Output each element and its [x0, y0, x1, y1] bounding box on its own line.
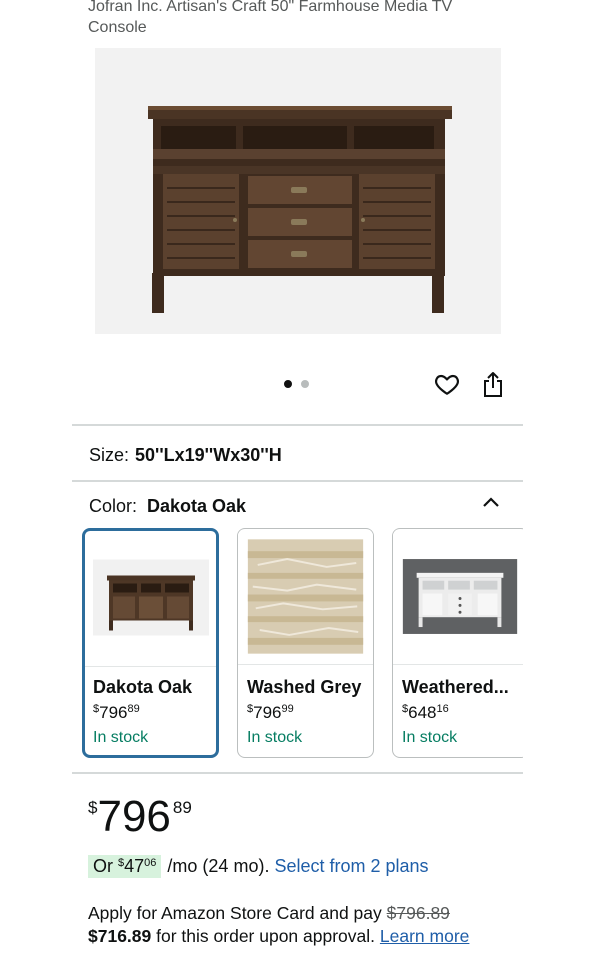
color-value: Dakota Oak	[147, 496, 247, 516]
learn-more-link[interactable]: Learn more	[380, 926, 470, 946]
store-card-text: Apply for Amazon Store Card and pay	[88, 903, 382, 923]
swatch-price: $79699	[247, 703, 294, 722]
swatch-stock: In stock	[247, 729, 303, 746]
swatch-name: Dakota Oak	[93, 677, 193, 697]
swatch-price: $64816	[402, 703, 449, 722]
chevron-up-icon[interactable]	[482, 496, 500, 508]
size-label: Size:	[89, 445, 130, 465]
financing-terms: /mo (24 mo).	[167, 856, 270, 876]
swatch-name: Weathered...	[402, 677, 509, 697]
swatch-thumbnail	[238, 529, 373, 665]
divider	[72, 480, 523, 482]
share-icon[interactable]	[481, 371, 505, 398]
swatch-thumbnail	[393, 529, 523, 665]
financing-fraction: 06	[144, 857, 157, 869]
financing-whole: 47	[124, 856, 145, 876]
color-swatch-carousel[interactable]: Dakota Oak $79689 In stock Washed Grey $…	[82, 528, 523, 759]
swatch-stock: In stock	[402, 729, 458, 746]
color-row: Color: Dakota Oak	[89, 496, 246, 517]
divider	[72, 772, 523, 774]
financing-row: Or $47 06 /mo (24 mo). Select from 2 plan…	[88, 855, 429, 878]
store-card-offer: Apply for Amazon Store Card and pay $796…	[88, 902, 528, 948]
store-card-discounted-price: $716.89	[88, 926, 152, 946]
swatch-thumbnail	[85, 531, 216, 667]
store-card-original-price: $796.89	[386, 903, 450, 923]
size-row: Size: 50''Lx19''Wx30''H	[89, 445, 282, 466]
select-plans-link[interactable]: Select from 2 plans	[274, 856, 428, 877]
product-image[interactable]	[95, 48, 501, 334]
color-label: Color:	[89, 496, 138, 516]
swatch-price: $79689	[93, 703, 140, 722]
monthly-payment-badge: Or $47 06	[88, 855, 162, 878]
swatch-stock: In stock	[93, 729, 149, 746]
price-fraction: 89	[172, 798, 192, 817]
product-title: Jofran Inc. Artisan's Craft 50" Farmhous…	[88, 0, 453, 36]
pagination-dot-1[interactable]	[284, 380, 292, 388]
heart-icon[interactable]	[434, 371, 460, 397]
size-value: 50''Lx19''Wx30''H	[135, 445, 282, 465]
product-price: $ 796 89	[88, 793, 192, 841]
divider	[72, 424, 523, 426]
swatch-dakota-oak[interactable]: Dakota Oak $79689 In stock	[82, 528, 219, 758]
pagination-dot-2[interactable]	[301, 380, 309, 388]
price-currency: $	[88, 798, 98, 817]
tv-console-photo	[95, 48, 501, 334]
swatch-washed-grey[interactable]: Washed Grey $79699 In stock	[237, 528, 374, 758]
store-card-text-after: for this order upon approval.	[156, 926, 376, 946]
swatch-weathered[interactable]: Weathered... $64816 In stock	[392, 528, 523, 758]
swatch-name: Washed Grey	[247, 677, 362, 697]
image-pagination[interactable]	[284, 380, 309, 388]
financing-prefix: Or	[93, 856, 113, 876]
price-whole: 796	[97, 792, 171, 841]
